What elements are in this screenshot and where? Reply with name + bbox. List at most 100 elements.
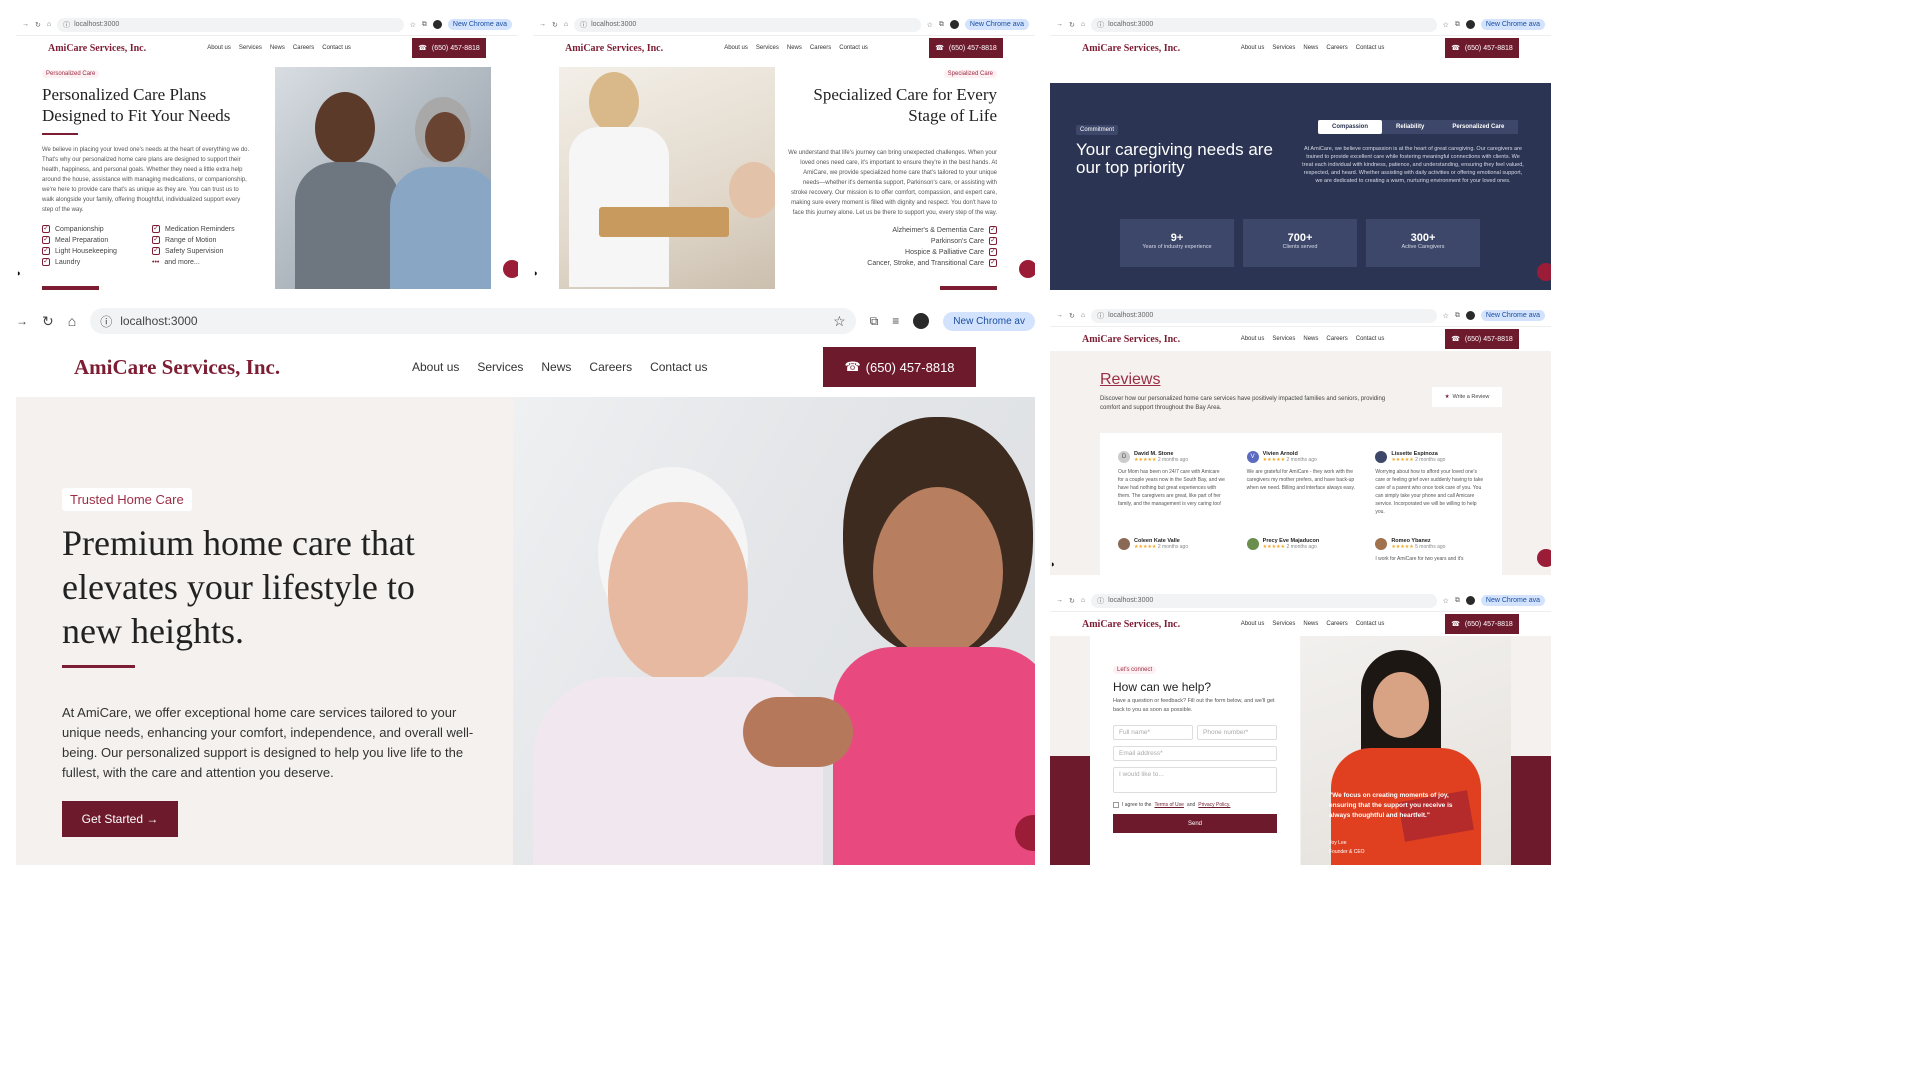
- nav-about[interactable]: About us: [1241, 336, 1265, 342]
- brand-logo[interactable]: AmiCare Services, Inc.: [1082, 334, 1180, 345]
- reload-icon[interactable]: ↻: [35, 21, 41, 29]
- nav-careers[interactable]: Careers: [1326, 45, 1347, 51]
- chrome-badge[interactable]: New Chrome ava: [1480, 595, 1545, 606]
- tab-compassion[interactable]: Compassion: [1318, 120, 1383, 134]
- tab-personalized-care[interactable]: Personalized Care: [1438, 120, 1518, 134]
- privacy-link[interactable]: Privacy Policy.: [1198, 802, 1230, 808]
- nav-news[interactable]: News: [1303, 621, 1318, 627]
- star-icon[interactable]: ☆: [927, 21, 933, 29]
- avatar[interactable]: [1465, 20, 1475, 29]
- chat-icon[interactable]: [1537, 263, 1551, 281]
- forward-icon[interactable]: →: [16, 314, 28, 328]
- agree-checkbox[interactable]: [1113, 802, 1119, 808]
- avatar[interactable]: [913, 313, 930, 329]
- nav-contact[interactable]: Contact us: [1356, 621, 1385, 627]
- tab-reliability[interactable]: Reliability: [1382, 120, 1438, 134]
- nav-news[interactable]: News: [1303, 336, 1318, 342]
- get-started-button[interactable]: Get Started →: [62, 801, 178, 837]
- nav-contact[interactable]: Contact us: [1356, 45, 1385, 51]
- chat-icon[interactable]: [1537, 549, 1551, 567]
- home-icon[interactable]: ⌂: [68, 313, 76, 329]
- nav-services[interactable]: Services: [1272, 621, 1295, 627]
- bookmark-star-icon[interactable]: ☆: [833, 313, 846, 330]
- nav-careers[interactable]: Careers: [1326, 621, 1347, 627]
- nav-careers[interactable]: Careers: [589, 360, 632, 374]
- scroll-left-icon[interactable]: ◗: [16, 268, 21, 278]
- chrome-badge[interactable]: New Chrome ava: [447, 19, 512, 30]
- nav-careers[interactable]: Careers: [293, 45, 314, 51]
- chat-icon[interactable]: [1019, 260, 1035, 278]
- nav-services[interactable]: Services: [1272, 336, 1295, 342]
- back-icon[interactable]: →: [1056, 312, 1063, 319]
- home-icon[interactable]: ⌂: [1081, 597, 1085, 604]
- home-icon[interactable]: ⌂: [1081, 21, 1085, 28]
- star-icon[interactable]: ☆: [1443, 312, 1449, 320]
- reload-icon[interactable]: ↻: [1069, 312, 1075, 320]
- address-bar[interactable]: ⓘ localhost:3000: [574, 17, 921, 32]
- address-bar[interactable]: ⓘ localhost:3000 ☆: [90, 308, 856, 334]
- extensions-icon[interactable]: ⧉: [870, 314, 879, 329]
- address-bar[interactable]: ⓘ localhost:3000: [57, 17, 404, 32]
- nav-news[interactable]: News: [787, 45, 802, 51]
- chrome-badge[interactable]: New Chrome ava: [964, 19, 1029, 30]
- chrome-badge[interactable]: New Chrome av: [943, 311, 1035, 331]
- back-icon[interactable]: →: [539, 21, 546, 28]
- nav-contact[interactable]: Contact us: [650, 360, 707, 374]
- scroll-left-icon[interactable]: ◗: [533, 268, 538, 278]
- extensions-icon[interactable]: ⧉: [422, 21, 427, 29]
- avatar[interactable]: [1465, 311, 1475, 320]
- nav-services[interactable]: Services: [239, 45, 262, 51]
- star-icon[interactable]: ☆: [1443, 21, 1449, 29]
- reload-icon[interactable]: ↻: [552, 21, 558, 29]
- nav-careers[interactable]: Careers: [1326, 336, 1347, 342]
- nav-services[interactable]: Services: [756, 45, 779, 51]
- full-name-field[interactable]: Full name*: [1113, 725, 1193, 740]
- brand-logo[interactable]: AmiCare Services, Inc.: [48, 43, 146, 54]
- nav-services[interactable]: Services: [477, 360, 523, 374]
- address-bar[interactable]: ⓘ localhost:3000: [1091, 593, 1437, 608]
- nav-about[interactable]: About us: [412, 360, 459, 374]
- avatar[interactable]: [432, 20, 442, 29]
- reload-icon[interactable]: ↻: [1069, 597, 1075, 605]
- avatar[interactable]: [949, 20, 959, 29]
- home-icon[interactable]: ⌂: [1081, 312, 1085, 319]
- star-icon[interactable]: ☆: [410, 21, 416, 29]
- brand-logo[interactable]: AmiCare Services, Inc.: [74, 355, 280, 380]
- phone-button[interactable]: ☎ (650) 457-8818: [823, 347, 976, 387]
- reload-icon[interactable]: ↻: [42, 313, 54, 330]
- address-bar[interactable]: ⓘ localhost:3000: [1091, 308, 1437, 323]
- chrome-badge[interactable]: New Chrome ava: [1480, 310, 1545, 321]
- back-icon[interactable]: →: [1056, 21, 1063, 28]
- phone-number-field[interactable]: Phone number*: [1197, 725, 1277, 740]
- nav-news[interactable]: News: [270, 45, 285, 51]
- phone-button[interactable]: ☎ (650) 457-8818: [929, 38, 1003, 58]
- brand-logo[interactable]: AmiCare Services, Inc.: [1082, 43, 1180, 54]
- media-icon[interactable]: ≡: [892, 314, 899, 328]
- extensions-icon[interactable]: ⧉: [1455, 597, 1460, 605]
- nav-about[interactable]: About us: [207, 45, 231, 51]
- avatar[interactable]: [1465, 596, 1475, 605]
- extensions-icon[interactable]: ⧉: [1455, 312, 1460, 320]
- phone-button[interactable]: ☎ (650) 457-8818: [1445, 38, 1519, 58]
- nav-about[interactable]: About us: [1241, 621, 1265, 627]
- back-icon[interactable]: →: [22, 21, 29, 28]
- home-icon[interactable]: ⌂: [564, 21, 568, 28]
- nav-contact[interactable]: Contact us: [1356, 336, 1385, 342]
- nav-contact[interactable]: Contact us: [839, 45, 868, 51]
- star-icon[interactable]: ☆: [1443, 597, 1449, 605]
- reload-icon[interactable]: ↻: [1069, 21, 1075, 29]
- nav-news[interactable]: News: [1303, 45, 1318, 51]
- phone-button[interactable]: ☎ (650) 457-8818: [412, 38, 486, 58]
- extensions-icon[interactable]: ⧉: [1455, 21, 1460, 29]
- email-field[interactable]: Email address*: [1113, 746, 1277, 761]
- terms-link[interactable]: Terms of Use: [1154, 802, 1183, 808]
- brand-logo[interactable]: AmiCare Services, Inc.: [1082, 619, 1180, 630]
- chat-icon[interactable]: [503, 260, 518, 278]
- home-icon[interactable]: ⌂: [47, 21, 51, 28]
- extensions-icon[interactable]: ⧉: [939, 21, 944, 29]
- chrome-badge[interactable]: New Chrome ava: [1480, 19, 1545, 30]
- nav-about[interactable]: About us: [724, 45, 748, 51]
- nav-services[interactable]: Services: [1272, 45, 1295, 51]
- message-field[interactable]: I would like to...: [1113, 767, 1277, 793]
- back-icon[interactable]: →: [1056, 597, 1063, 604]
